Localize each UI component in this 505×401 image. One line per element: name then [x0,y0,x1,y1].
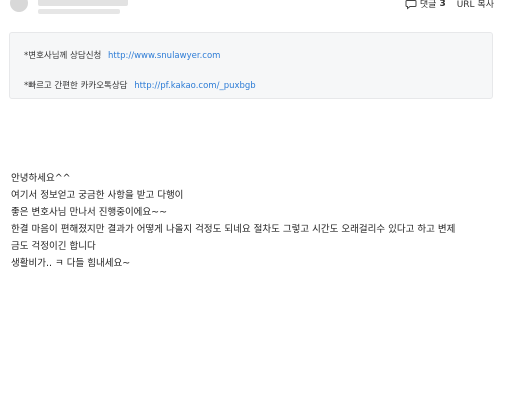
website-link[interactable]: http://www.snulawyer.com [108,51,220,61]
author-name[interactable] [38,0,128,6]
post-line: 금도 걱정이긴 합니다 [11,241,96,252]
consultation-line: *변호사님께 상담신청 http://www.snulawyer.com [24,49,220,61]
url-copy-button[interactable]: URL 복사 [457,0,494,10]
post-line: 생활비가.. ㅋ 다들 힘내세요~ [11,258,131,269]
kakao-link[interactable]: http://pf.kakao.com/_puxbgb [134,81,256,91]
post-page: 댓글 3 URL 복사 *변호사님께 상담신청 http://www.snula… [0,0,505,401]
post-date [38,9,120,14]
post-line: 여기서 정보얻고 궁금한 사항을 받고 다행이 [11,190,184,201]
consultation-label: *변호사님께 상담신청 [24,51,102,61]
consultation-info-box: *변호사님께 상담신청 http://www.snulawyer.com *빠르… [9,32,493,99]
post-line: 좋은 변호사님 만나서 진행중이에요~~ [11,207,168,218]
post-actions: 댓글 3 URL 복사 [405,0,494,10]
post-line: 안녕하세요^^ [11,173,71,184]
kakao-label: *빠르고 간편한 카카오톡상담 [24,81,128,91]
author-avatar[interactable] [10,0,28,12]
post-meta-row: 댓글 3 URL 복사 [0,0,505,20]
kakao-line: *빠르고 간편한 카카오톡상담 http://pf.kakao.com/_pux… [24,79,256,91]
post-line: 한결 마음이 편해졌지만 결과가 어떻게 나올지 걱정도 되네요 절차도 그렇고… [11,224,456,235]
speech-bubble-icon[interactable] [405,0,417,10]
post-body: 안녕하세요^^ 여기서 정보얻고 궁금한 사항을 받고 다행이 좋은 변호사님 … [11,170,496,272]
comment-count[interactable]: 3 [439,0,445,9]
comment-label[interactable]: 댓글 [420,0,437,10]
